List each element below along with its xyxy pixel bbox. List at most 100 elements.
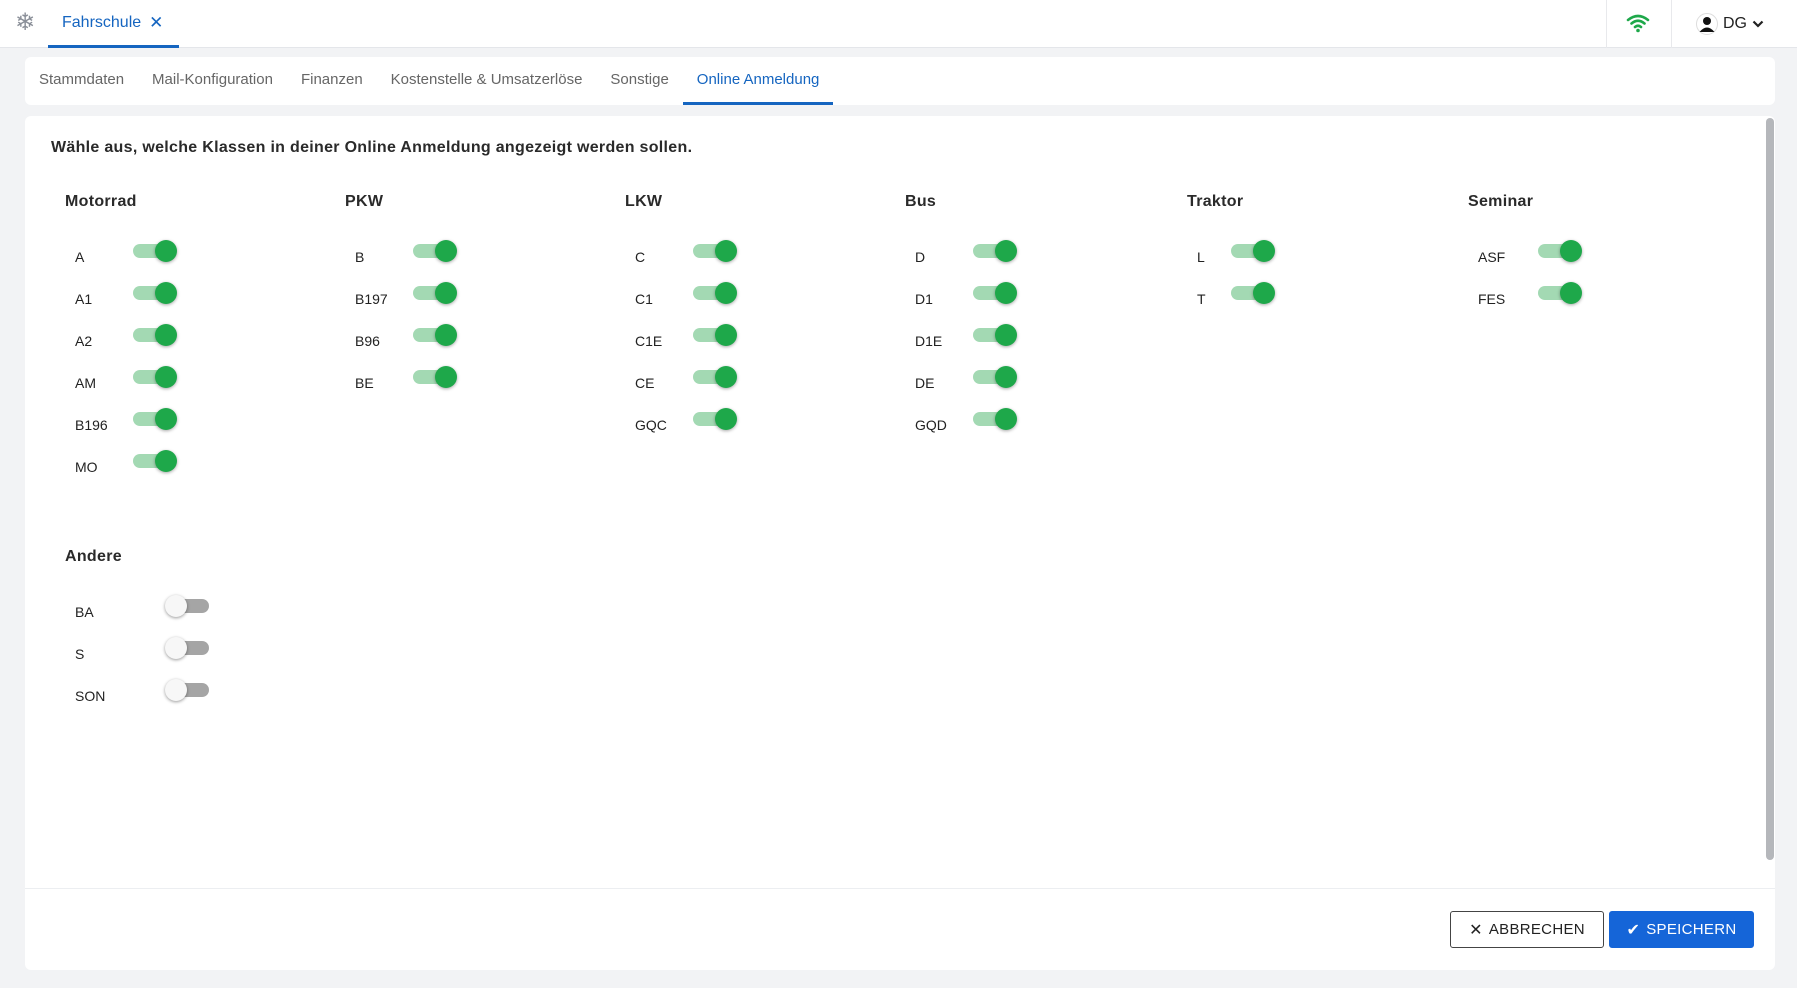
class-row-son: SON bbox=[65, 668, 345, 710]
toggle-knob[interactable] bbox=[715, 282, 737, 304]
group-title: PKW bbox=[345, 193, 384, 210]
class-label: C bbox=[635, 249, 646, 265]
toggle-knob[interactable] bbox=[715, 324, 737, 346]
class-row-asf: ASF bbox=[1468, 229, 1748, 271]
snowflake-icon[interactable]: ❄ bbox=[12, 10, 38, 36]
tab-mail-konfiguration[interactable]: Mail-Konfiguration bbox=[138, 57, 287, 105]
toggle-mo[interactable] bbox=[133, 450, 177, 472]
tab-kostenstelle-umsatzerlöse[interactable]: Kostenstelle & Umsatzerlöse bbox=[377, 57, 597, 105]
toggle-knob[interactable] bbox=[995, 324, 1017, 346]
toggle-gqd[interactable] bbox=[973, 408, 1017, 430]
intro-text: Wähle aus, welche Klassen in deiner Onli… bbox=[51, 139, 693, 156]
toggle-knob[interactable] bbox=[715, 366, 737, 388]
toggle-knob[interactable] bbox=[165, 595, 187, 617]
toggle-d[interactable] bbox=[973, 240, 1017, 262]
toggle-knob[interactable] bbox=[1560, 282, 1582, 304]
class-group-motorrad: Motorrad A A1 A2 AM B196 MO bbox=[65, 193, 345, 481]
toggle-knob[interactable] bbox=[715, 408, 737, 430]
class-label: A2 bbox=[75, 333, 93, 349]
toggle-b196[interactable] bbox=[133, 408, 177, 430]
toggle-knob[interactable] bbox=[995, 282, 1017, 304]
toggle-knob[interactable] bbox=[995, 366, 1017, 388]
toggle-de[interactable] bbox=[973, 366, 1017, 388]
toggle-c1[interactable] bbox=[693, 282, 737, 304]
class-label: CE bbox=[635, 375, 655, 391]
class-row-d1e: D1E bbox=[905, 313, 1185, 355]
cancel-button-label: ABBRECHEN bbox=[1488, 921, 1585, 938]
toggle-knob[interactable] bbox=[155, 366, 177, 388]
class-label: ASF bbox=[1478, 249, 1506, 265]
toggle-knob[interactable] bbox=[715, 240, 737, 262]
class-row-a1: A1 bbox=[65, 271, 345, 313]
class-row-am: AM bbox=[65, 355, 345, 397]
toggle-a2[interactable] bbox=[133, 324, 177, 346]
toggle-knob[interactable] bbox=[155, 282, 177, 304]
tab-finanzen[interactable]: Finanzen bbox=[287, 57, 377, 105]
toggle-d1e[interactable] bbox=[973, 324, 1017, 346]
user-menu[interactable]: DG bbox=[1696, 10, 1764, 38]
toggle-fes[interactable] bbox=[1538, 282, 1582, 304]
class-label: B bbox=[355, 249, 365, 265]
toggle-a1[interactable] bbox=[133, 282, 177, 304]
class-list: B B197 B96 BE bbox=[345, 229, 625, 397]
cancel-button[interactable]: ✕ ABBRECHEN bbox=[1450, 911, 1604, 948]
group-title: Seminar bbox=[1468, 193, 1534, 210]
toggle-knob[interactable] bbox=[1253, 282, 1275, 304]
settings-tabs-card: Stammdaten Mail-Konfiguration Finanzen Kost… bbox=[25, 57, 1775, 105]
class-label: L bbox=[1197, 249, 1205, 265]
toggle-knob[interactable] bbox=[435, 324, 457, 346]
class-row-d: D bbox=[905, 229, 1185, 271]
class-list: BA S SON bbox=[65, 584, 345, 710]
group-title: Traktor bbox=[1187, 193, 1244, 210]
toggle-son[interactable] bbox=[165, 679, 211, 701]
toggle-d1[interactable] bbox=[973, 282, 1017, 304]
toggle-knob[interactable] bbox=[995, 240, 1017, 262]
toggle-b197[interactable] bbox=[413, 282, 457, 304]
class-label: A bbox=[75, 249, 85, 265]
toggle-ba[interactable] bbox=[165, 595, 211, 617]
toggle-knob[interactable] bbox=[435, 282, 457, 304]
toggle-knob[interactable] bbox=[435, 366, 457, 388]
settings-tabs: Stammdaten Mail-Konfiguration Finanzen Kost… bbox=[25, 57, 1775, 105]
tab-online-anmeldung[interactable]: Online Anmeldung bbox=[682, 57, 834, 105]
tab-stammdaten[interactable]: Stammdaten bbox=[25, 57, 138, 105]
save-button-label: SPEICHERN bbox=[1646, 921, 1737, 938]
toggle-knob[interactable] bbox=[155, 450, 177, 472]
toggle-knob[interactable] bbox=[165, 679, 187, 701]
class-group-andere: Andere BA S SON bbox=[65, 548, 345, 710]
class-group-bus: Bus D D1 D1E DE GQD bbox=[905, 193, 1185, 439]
toggle-knob[interactable] bbox=[995, 408, 1017, 430]
toggle-ce[interactable] bbox=[693, 366, 737, 388]
toggle-a[interactable] bbox=[133, 240, 177, 262]
toggle-knob[interactable] bbox=[155, 324, 177, 346]
toggle-knob[interactable] bbox=[155, 240, 177, 262]
toggle-b96[interactable] bbox=[413, 324, 457, 346]
tab-sonstige[interactable]: Sonstige bbox=[596, 57, 682, 105]
toggle-t[interactable] bbox=[1231, 282, 1275, 304]
class-label: DE bbox=[915, 375, 935, 391]
toggle-b[interactable] bbox=[413, 240, 457, 262]
toggle-c[interactable] bbox=[693, 240, 737, 262]
app-tab-fahrschule[interactable]: Fahrschule ✕ bbox=[48, 0, 179, 48]
toggle-am[interactable] bbox=[133, 366, 177, 388]
class-row-fes: FES bbox=[1468, 271, 1748, 313]
class-row-mo: MO bbox=[65, 439, 345, 481]
divider bbox=[1671, 0, 1672, 48]
scrollbar[interactable] bbox=[1766, 118, 1774, 860]
toggle-be[interactable] bbox=[413, 366, 457, 388]
close-icon[interactable]: ✕ bbox=[149, 13, 163, 33]
toggle-gqc[interactable] bbox=[693, 408, 737, 430]
user-avatar-icon bbox=[1696, 13, 1718, 35]
toggle-knob[interactable] bbox=[435, 240, 457, 262]
toggle-l[interactable] bbox=[1231, 240, 1275, 262]
toggle-knob[interactable] bbox=[165, 637, 187, 659]
top-bar: ❄ Fahrschule ✕ DG bbox=[0, 0, 1797, 48]
toggle-asf[interactable] bbox=[1538, 240, 1582, 262]
save-button[interactable]: ✔ SPEICHERN bbox=[1609, 911, 1754, 948]
toggle-knob[interactable] bbox=[1560, 240, 1582, 262]
toggle-s[interactable] bbox=[165, 637, 211, 659]
toggle-knob[interactable] bbox=[1253, 240, 1275, 262]
class-label: D1 bbox=[915, 291, 933, 307]
toggle-c1e[interactable] bbox=[693, 324, 737, 346]
toggle-knob[interactable] bbox=[155, 408, 177, 430]
